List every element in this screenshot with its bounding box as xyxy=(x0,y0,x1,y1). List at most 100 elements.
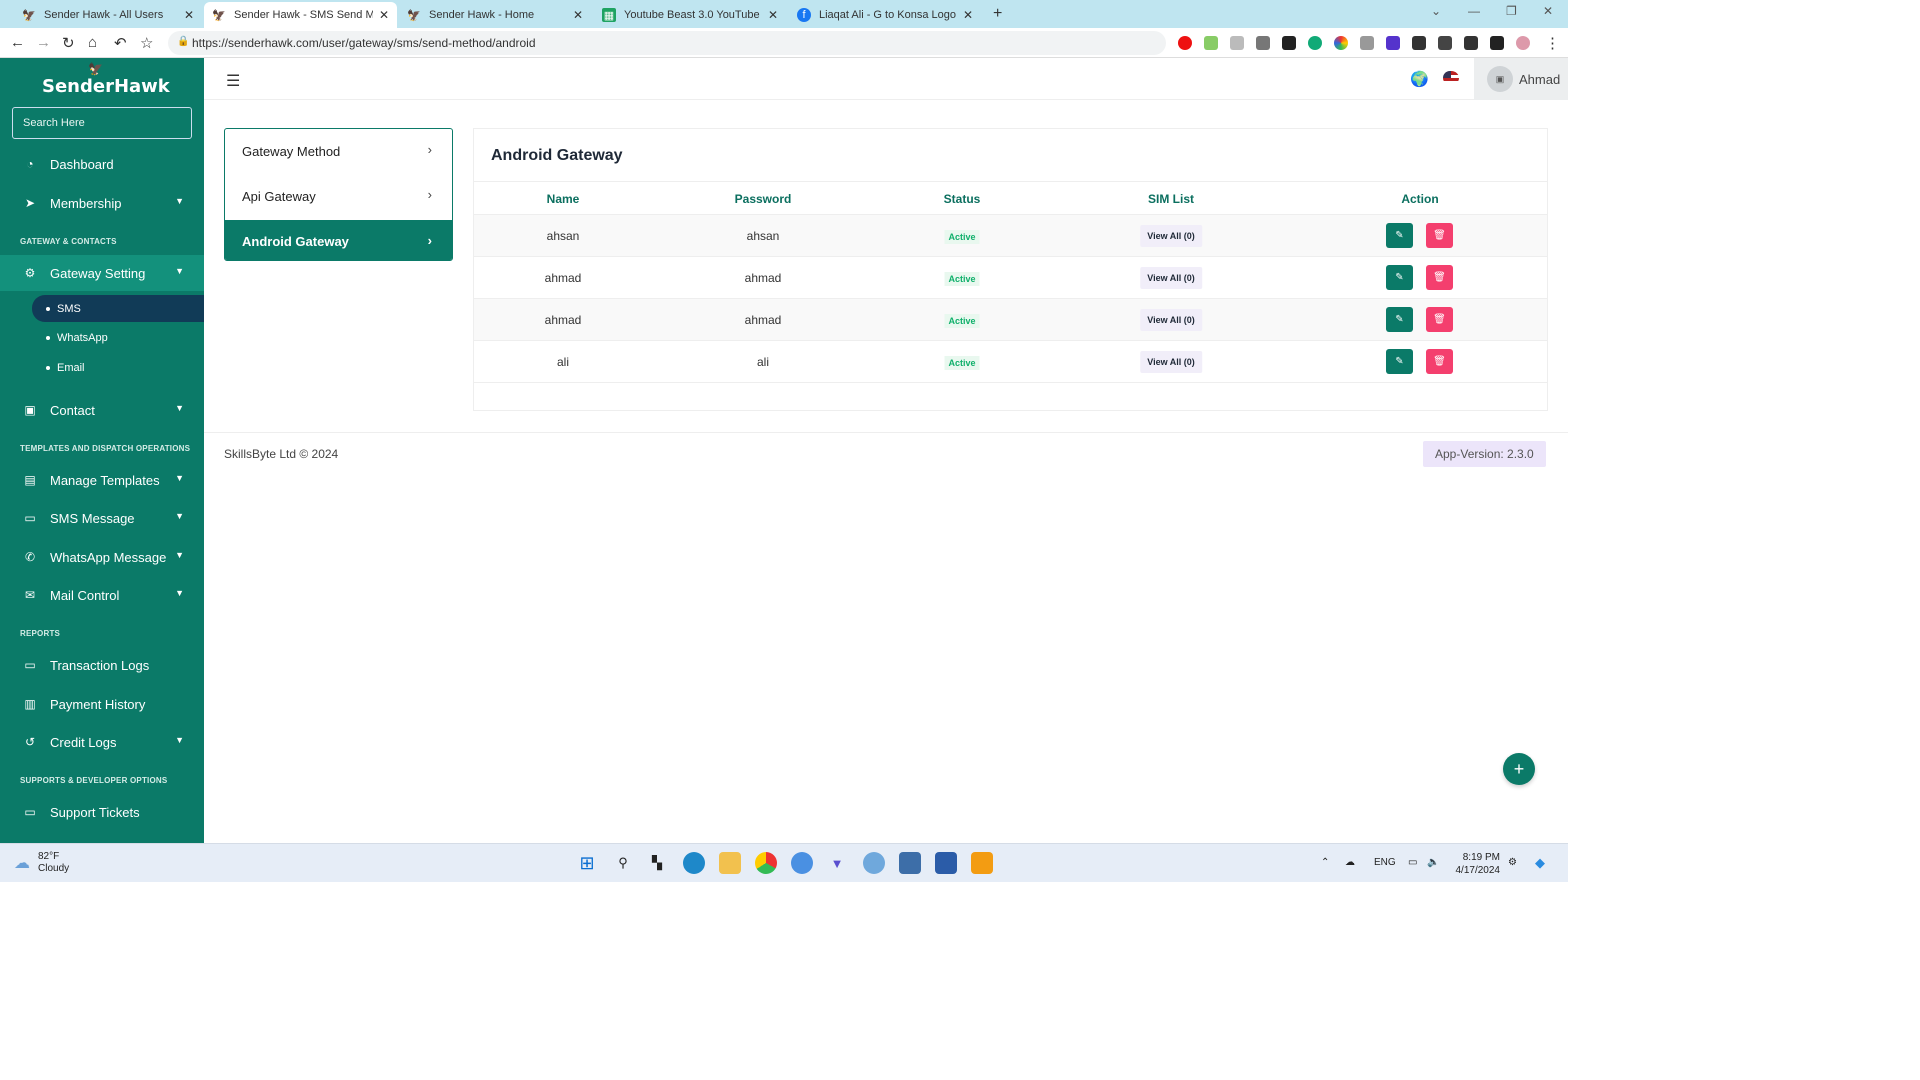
extension-icon[interactable] xyxy=(1334,36,1348,50)
delete-button[interactable]: 🗑 xyxy=(1426,223,1453,248)
notepad-icon[interactable] xyxy=(899,852,921,874)
sidebar-item-support-tickets[interactable]: ▭ Support Tickets xyxy=(0,794,204,830)
sidebar-item-gateway-setting[interactable]: ⚙ Gateway Setting ▼ xyxy=(0,255,204,291)
browser-tab[interactable]: ▦ Youtube Beast 3.0 YouTube Auto ✕ xyxy=(594,2,786,28)
edit-button[interactable]: ✎ xyxy=(1386,223,1413,248)
task-view-icon[interactable]: ▚ xyxy=(646,852,668,874)
back-icon[interactable]: ← xyxy=(10,34,25,51)
chevron-right-icon: › xyxy=(427,142,432,157)
copilot-icon[interactable]: ◆ xyxy=(1535,855,1545,871)
extension-icon[interactable] xyxy=(1256,36,1270,50)
method-api-gateway[interactable]: Api Gateway › xyxy=(225,174,452,219)
system-clock[interactable]: 8:19 PM 4/17/2024 xyxy=(1448,851,1501,877)
reload-icon[interactable]: ↻ xyxy=(62,34,75,52)
crop-icon[interactable] xyxy=(1438,36,1452,50)
method-android-gateway[interactable]: Android Gateway › xyxy=(225,220,452,260)
profile-avatar-icon[interactable] xyxy=(1516,36,1530,50)
weather-widget[interactable]: ☁ 82°F Cloudy xyxy=(14,851,69,875)
close-icon[interactable]: ✕ xyxy=(573,8,583,22)
extension-icon[interactable] xyxy=(1204,36,1218,50)
chrome-icon[interactable] xyxy=(755,852,777,874)
windows-start-icon[interactable]: ⊞ xyxy=(576,852,598,874)
chrome-beta-icon[interactable] xyxy=(791,852,813,874)
sidebar-item-dashboard[interactable]: ◔ Dashboard xyxy=(0,146,204,182)
close-icon[interactable]: ✕ xyxy=(184,8,194,22)
minimize-icon[interactable]: — xyxy=(1468,4,1480,18)
sidebar-toggle-icon[interactable] xyxy=(1490,36,1504,50)
extension-icon[interactable] xyxy=(1360,36,1374,50)
column-header-status: Status xyxy=(943,192,981,206)
app-icon[interactable] xyxy=(935,852,957,874)
view-sim-button[interactable]: View All (0) xyxy=(1140,351,1202,373)
edit-button[interactable]: ✎ xyxy=(1386,307,1413,332)
close-icon[interactable]: ✕ xyxy=(768,8,778,22)
delete-button[interactable]: 🗑 xyxy=(1426,265,1453,290)
sidebar-item-credit-logs[interactable]: ↺ Credit Logs ▼ xyxy=(0,724,204,760)
sidebar-item-manage-templates[interactable]: ▤ Manage Templates ▼ xyxy=(0,462,204,498)
method-gateway-method[interactable]: Gateway Method › xyxy=(225,129,452,174)
user-menu[interactable]: ▣ Ahmad xyxy=(1474,58,1568,100)
browser-tab[interactable]: 🦅 Sender Hawk - All Users ✕ xyxy=(14,2,202,28)
add-button[interactable]: + xyxy=(1503,753,1535,785)
sidebar-subitem-email[interactable]: Email xyxy=(32,354,204,381)
tab-search-icon[interactable]: ⌄ xyxy=(1431,4,1441,18)
sidebar-item-payment-history[interactable]: ▥ Payment History xyxy=(0,686,204,722)
undo-icon[interactable]: ↶ xyxy=(114,34,127,52)
sidebar-subitem-sms[interactable]: SMS xyxy=(32,295,204,322)
us-flag-icon[interactable] xyxy=(1443,71,1459,85)
edit-button[interactable]: ✎ xyxy=(1386,349,1413,374)
sidebar-item-membership[interactable]: ➤ Membership ▼ xyxy=(0,185,204,221)
browser-tab-active[interactable]: 🦅 Sender Hawk - SMS Send Metho ✕ xyxy=(204,2,397,28)
sidebar-item-sms-message[interactable]: ▭ SMS Message ▼ xyxy=(0,500,204,536)
extension-icon[interactable] xyxy=(1282,36,1296,50)
chrome-profile-icon[interactable] xyxy=(863,852,885,874)
home-icon[interactable]: ⌂ xyxy=(88,34,97,51)
view-sim-button[interactable]: View All (0) xyxy=(1140,309,1202,331)
top-header: ☰ 🌍 ▣ Ahmad xyxy=(204,58,1568,100)
extension-icon[interactable] xyxy=(1386,36,1400,50)
brand-logo[interactable]: SenderHawk xyxy=(42,76,170,97)
forward-icon[interactable]: → xyxy=(36,34,51,51)
menu-toggle-icon[interactable]: ☰ xyxy=(226,71,240,91)
more-menu-icon[interactable]: ⋮ xyxy=(1545,34,1560,52)
maximize-icon[interactable]: ❐ xyxy=(1506,4,1517,18)
trash-icon: 🗑 xyxy=(1433,272,1446,283)
delete-button[interactable]: 🗑 xyxy=(1426,349,1453,374)
sidebar-search-input[interactable] xyxy=(12,107,192,139)
view-sim-button[interactable]: View All (0) xyxy=(1140,225,1202,247)
extension-icon[interactable] xyxy=(1308,36,1322,50)
delete-button[interactable]: 🗑 xyxy=(1426,307,1453,332)
close-icon[interactable]: ✕ xyxy=(379,8,389,22)
language-indicator[interactable]: ENG xyxy=(1374,857,1396,868)
sidebar-item-contact[interactable]: ▣ Contact ▼ xyxy=(0,392,204,428)
filter-app-icon[interactable]: ▼ xyxy=(826,852,848,874)
display-icon[interactable]: ▭ xyxy=(1408,857,1417,868)
sidebar-item-mail-control[interactable]: ✉ Mail Control ▼ xyxy=(0,577,204,613)
sidebar-item-transaction-logs[interactable]: ▭ Transaction Logs xyxy=(0,647,204,683)
url-bar[interactable]: 🔒 https://senderhawk.com/user/gateway/sm… xyxy=(168,31,1166,55)
extensions-puzzle-icon[interactable] xyxy=(1412,36,1426,50)
sidebar-item-label: Manage Templates xyxy=(50,472,160,488)
bookmark-star-icon[interactable]: ☆ xyxy=(140,34,153,52)
view-sim-button[interactable]: View All (0) xyxy=(1140,267,1202,289)
app-icon[interactable] xyxy=(971,852,993,874)
chevron-up-icon[interactable]: ⌃ xyxy=(1321,857,1329,868)
sidebar-subitem-whatsapp[interactable]: WhatsApp xyxy=(32,324,204,351)
notification-icon[interactable]: ⚙ xyxy=(1508,857,1517,868)
globe-icon[interactable]: 🌍 xyxy=(1410,70,1429,88)
sidebar-item-whatsapp-message[interactable]: ✆ WhatsApp Message ▼ xyxy=(0,539,204,575)
new-tab-icon[interactable]: + xyxy=(993,5,1002,23)
search-icon[interactable]: ⚲ xyxy=(612,852,634,874)
opera-extension-icon[interactable] xyxy=(1178,36,1192,50)
browser-tab[interactable]: f Liaqat Ali - G to Konsa Logo krai ✕ xyxy=(789,2,981,28)
download-icon[interactable] xyxy=(1464,36,1478,50)
volume-icon[interactable]: 🔈 xyxy=(1427,857,1439,868)
file-explorer-icon[interactable] xyxy=(719,852,741,874)
edge-icon[interactable] xyxy=(683,852,705,874)
close-icon[interactable]: ✕ xyxy=(963,8,973,22)
window-close-icon[interactable]: ✕ xyxy=(1543,4,1553,18)
onedrive-icon[interactable]: ☁ xyxy=(1345,857,1355,868)
browser-tab[interactable]: 🦅 Sender Hawk - Home ✕ xyxy=(399,2,591,28)
edit-button[interactable]: ✎ xyxy=(1386,265,1413,290)
extension-icon[interactable] xyxy=(1230,36,1244,50)
